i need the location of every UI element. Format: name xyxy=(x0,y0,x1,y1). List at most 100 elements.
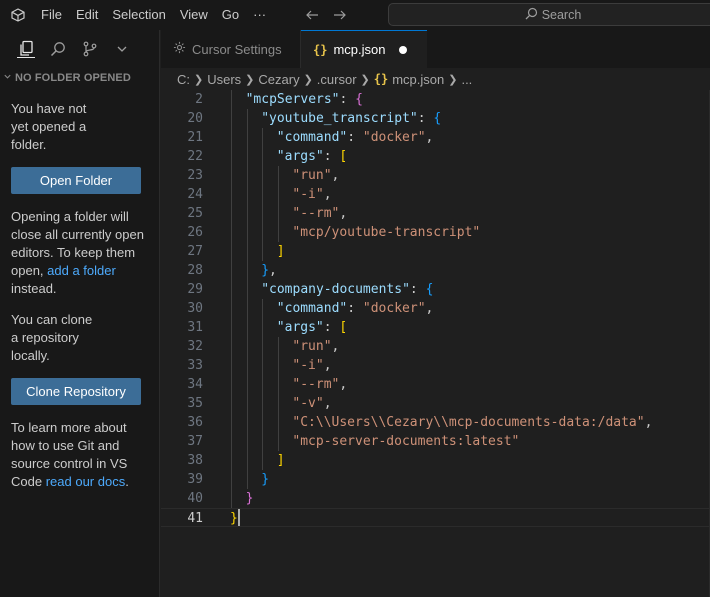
menu-go[interactable]: Go xyxy=(215,0,246,30)
indent-guide xyxy=(262,128,264,147)
code-line[interactable]: 28}, xyxy=(161,261,710,280)
indent-guide xyxy=(231,90,232,109)
menu-selection[interactable]: Selection xyxy=(105,0,172,30)
code-editor[interactable]: 2 "mcpServers": {20 "youtube_transcript": … xyxy=(161,90,710,597)
code-token: "mcp/youtube-transcript" xyxy=(292,225,481,240)
code-line[interactable]: 38] xyxy=(161,451,710,470)
indent-guide xyxy=(246,223,248,242)
code-text: ] xyxy=(277,242,285,261)
line-number: 21 xyxy=(187,130,203,145)
source-control-icon[interactable] xyxy=(81,40,99,58)
breadcrumb-cursor-folder[interactable]: .cursor xyxy=(317,72,357,87)
code-line[interactable]: 35 "-v", xyxy=(161,394,710,413)
code-token: } xyxy=(230,511,238,526)
json-file-icon: {} xyxy=(313,42,328,57)
code-line[interactable]: 2 "mcpServers": { xyxy=(161,90,710,109)
code-token: "company-documents" xyxy=(261,282,410,297)
indent-guide xyxy=(262,356,264,375)
code-line[interactable]: 21 "command": "docker", xyxy=(161,128,710,147)
code-line[interactable]: 23 "run", xyxy=(161,166,710,185)
line-number: 31 xyxy=(187,320,203,335)
tab-cursor-settings[interactable]: Cursor Settings xyxy=(161,30,301,68)
read-docs-link[interactable]: read our docs xyxy=(46,474,126,489)
chevron-down-icon xyxy=(3,72,12,84)
line-number: 24 xyxy=(187,187,203,202)
menu-bar: File Edit Selection View Go ··· xyxy=(41,0,273,30)
indent-guide xyxy=(262,204,264,223)
indent-guide xyxy=(262,375,264,394)
menu-view[interactable]: View xyxy=(173,0,215,30)
code-token: ] xyxy=(276,453,285,468)
indent-guide xyxy=(277,394,279,413)
line-number: 41 xyxy=(187,511,203,526)
code-line[interactable]: 25 "--rm", xyxy=(161,204,710,223)
code-line[interactable]: 34 "--rm", xyxy=(161,375,710,394)
breadcrumb-file[interactable]: mcp.json xyxy=(392,72,444,87)
menu-edit[interactable]: Edit xyxy=(69,0,105,30)
code-line[interactable]: 32 "run", xyxy=(161,337,710,356)
forward-arrow-icon[interactable] xyxy=(331,6,349,24)
breadcrumb-symbols[interactable]: ... xyxy=(461,72,472,87)
indent-guide xyxy=(231,489,232,508)
line-number: 28 xyxy=(187,263,203,278)
code-text: "command": "docker", xyxy=(277,299,434,318)
code-line[interactable]: 39} xyxy=(161,470,710,489)
code-token: , xyxy=(339,377,348,392)
indent-guide xyxy=(231,242,232,261)
code-text: "args": [ xyxy=(277,318,347,337)
chevron-right-icon: ❯ xyxy=(448,73,458,86)
git-docs-info-end: . xyxy=(125,474,129,489)
back-arrow-icon[interactable] xyxy=(303,6,321,24)
code-line[interactable]: 30 "command": "docker", xyxy=(161,299,710,318)
code-token: { xyxy=(425,282,434,297)
code-line[interactable]: 27] xyxy=(161,242,710,261)
search-icon[interactable] xyxy=(49,40,67,58)
code-line[interactable]: 41} xyxy=(161,508,710,527)
indent-guide xyxy=(231,451,232,470)
explorer-icon[interactable] xyxy=(17,40,35,58)
code-line[interactable]: 24 "-i", xyxy=(161,185,710,204)
code-token: : xyxy=(323,149,340,164)
json-file-icon: {} xyxy=(373,72,389,86)
code-token: , xyxy=(331,168,340,183)
open-folder-button[interactable]: Open Folder xyxy=(11,167,141,194)
no-folder-header[interactable]: NO FOLDER OPENED xyxy=(0,72,159,84)
code-line[interactable]: 37 "mcp-server-documents:latest" xyxy=(161,432,710,451)
menu-file[interactable]: File xyxy=(41,0,69,30)
add-folder-link[interactable]: add a folder xyxy=(47,263,116,278)
indent-guide xyxy=(277,356,279,375)
code-line[interactable]: 20 "youtube_transcript": { xyxy=(161,109,710,128)
code-line[interactable]: 26 "mcp/youtube-transcript" xyxy=(161,223,710,242)
code-line[interactable]: 33 "-i", xyxy=(161,356,710,375)
code-line[interactable]: 40} xyxy=(161,489,710,508)
breadcrumb-users[interactable]: Users xyxy=(207,72,241,87)
indent-guide xyxy=(277,337,279,356)
code-line[interactable]: 22 "args": [ xyxy=(161,147,710,166)
code-line[interactable]: 31 "args": [ xyxy=(161,318,710,337)
code-token: { xyxy=(355,92,363,107)
clone-repository-button[interactable]: Clone Repository xyxy=(11,378,141,405)
code-token: "--rm" xyxy=(292,206,340,221)
tab-mcp-json[interactable]: {} mcp.json xyxy=(301,30,427,68)
code-line[interactable]: 29 "company-documents": { xyxy=(161,280,710,299)
breadcrumb-drive[interactable]: C: xyxy=(177,72,190,87)
code-token: ] xyxy=(276,244,285,259)
line-number: 20 xyxy=(187,111,203,126)
no-folder-header-label: NO FOLDER OPENED xyxy=(15,72,131,84)
code-text: "run", xyxy=(292,166,339,185)
command-center-search[interactable]: Search xyxy=(388,3,710,26)
indent-guide xyxy=(231,318,232,337)
indent-guide xyxy=(231,223,232,242)
code-token: : xyxy=(339,92,356,107)
menu-more[interactable]: ··· xyxy=(246,0,273,30)
unsaved-dot-icon[interactable] xyxy=(399,45,408,54)
indent-guide xyxy=(246,394,248,413)
chevron-down-icon[interactable] xyxy=(113,40,131,58)
sidebar: NO FOLDER OPENED You have not yet opened… xyxy=(0,30,160,597)
code-line[interactable]: 36 "C:\\Users\\Cezary\\mcp-documents-data… xyxy=(161,413,710,432)
navigation-arrows xyxy=(303,6,349,24)
code-text: "--rm", xyxy=(292,204,347,223)
code-token: "command" xyxy=(276,130,348,145)
line-number: 2 xyxy=(195,92,203,107)
breadcrumb-user-folder[interactable]: Cezary xyxy=(258,72,299,87)
